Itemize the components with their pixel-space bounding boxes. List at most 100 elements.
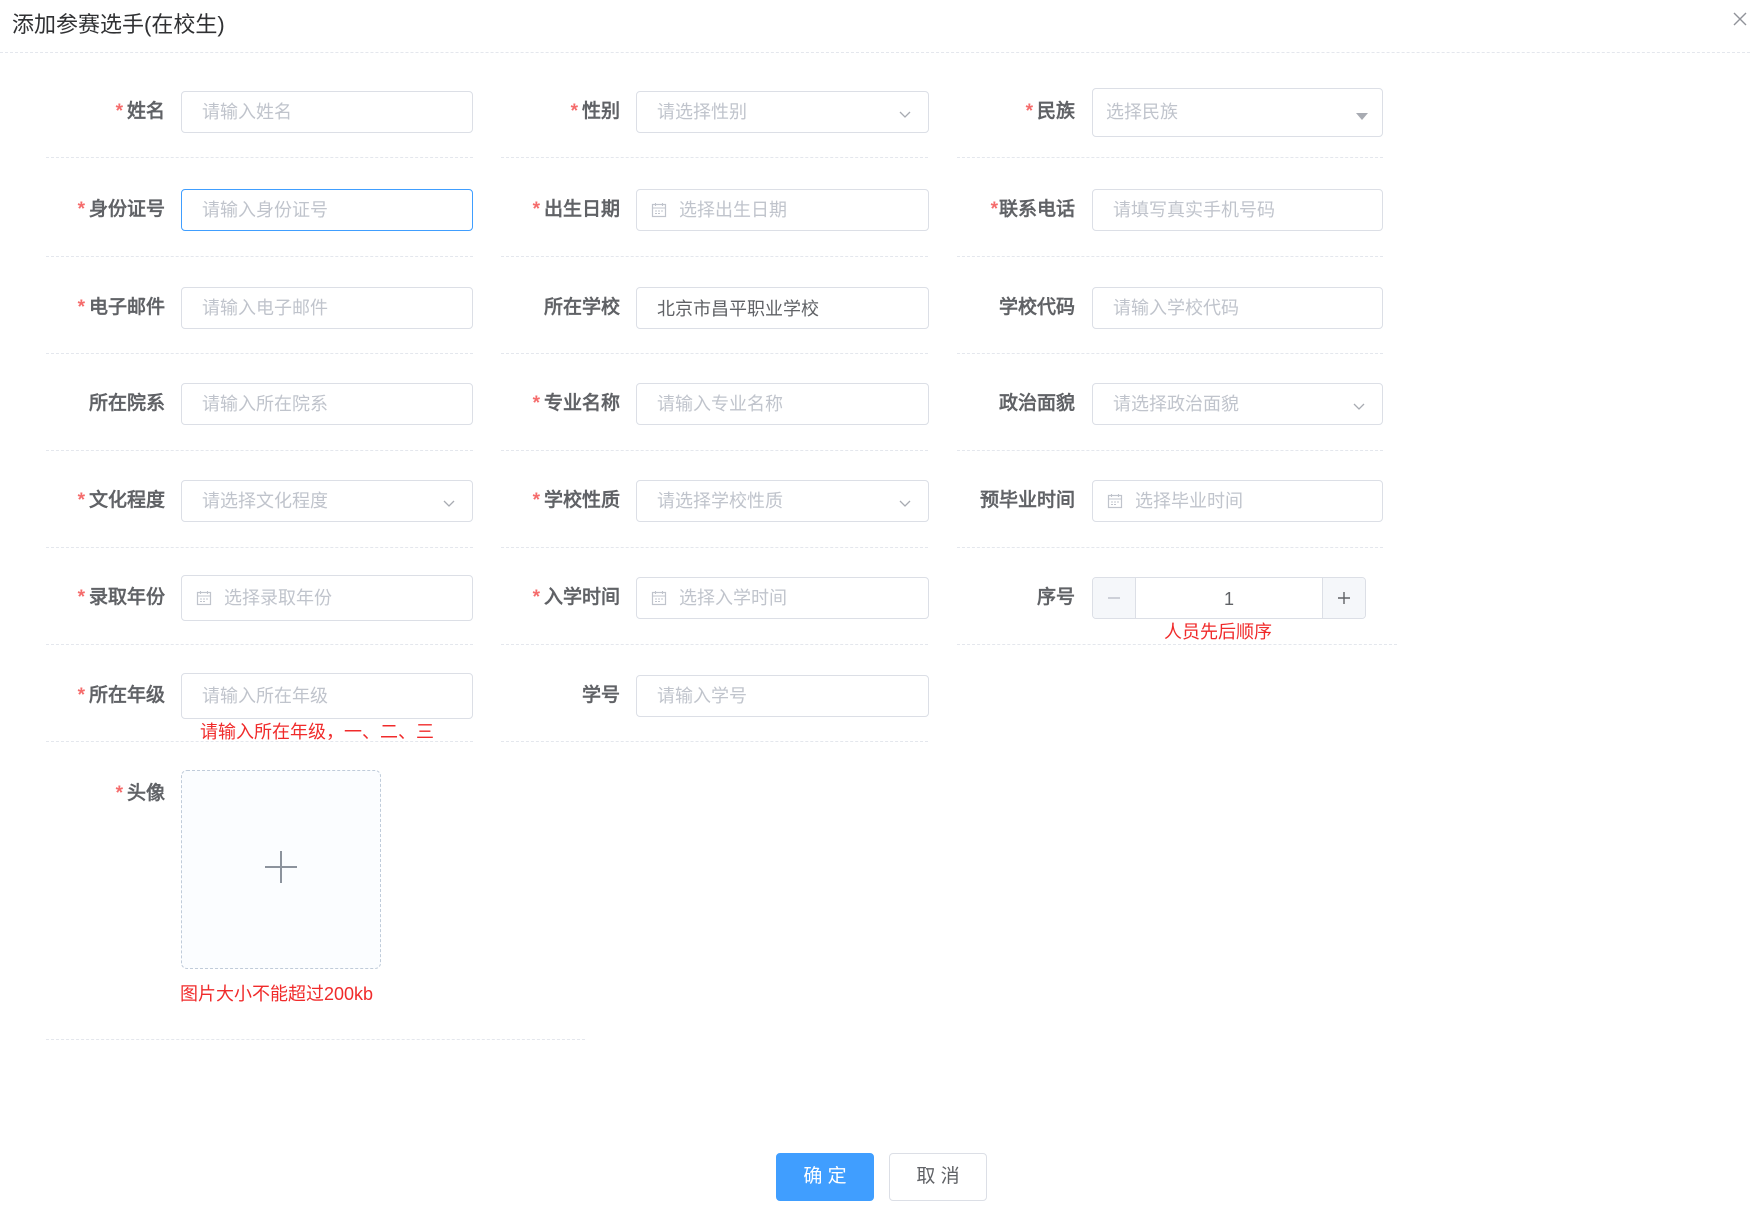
row-divider xyxy=(957,644,1397,645)
required-mark: * xyxy=(990,199,998,220)
political-status-select-placeholder: 请选择政治面貌 xyxy=(1113,394,1239,414)
id-number-field[interactable] xyxy=(181,189,473,231)
email-label-text: 电子邮件 xyxy=(88,297,165,318)
cancel-button[interactable]: 取 消 xyxy=(889,1153,987,1201)
school-type-select-placeholder: 请选择学校性质 xyxy=(657,491,783,511)
major-field[interactable] xyxy=(636,383,929,425)
required-mark: * xyxy=(77,199,85,220)
school-code-field[interactable] xyxy=(1092,287,1383,329)
grade-hint: 请输入所在年级，一、二、三 xyxy=(200,722,434,742)
school-input[interactable] xyxy=(637,288,928,328)
admission-year-label-text: 录取年份 xyxy=(88,587,165,608)
gender-label-text: 性别 xyxy=(581,101,620,122)
row-divider xyxy=(46,256,473,257)
required-mark: * xyxy=(115,101,123,122)
required-mark: * xyxy=(77,685,85,706)
admission-year-picker[interactable] xyxy=(181,575,473,621)
close-icon[interactable] xyxy=(1732,11,1748,27)
phone-field[interactable] xyxy=(1092,189,1383,231)
name-input[interactable] xyxy=(182,92,472,132)
required-mark: * xyxy=(1025,101,1033,122)
name-label-text: 姓名 xyxy=(126,101,165,122)
school-code-input[interactable] xyxy=(1093,288,1382,328)
school-type-label-text: 学校性质 xyxy=(543,490,620,511)
required-mark: * xyxy=(77,587,85,608)
avatar-label-text: 头像 xyxy=(126,783,165,804)
education-label-text: 文化程度 xyxy=(88,490,165,511)
graduation-time-input[interactable] xyxy=(1093,481,1382,521)
email-input[interactable] xyxy=(182,288,472,328)
row-divider xyxy=(957,256,1383,257)
political-status-label-text: 政治面貌 xyxy=(998,393,1075,414)
row-divider xyxy=(501,644,928,645)
education-select[interactable]: 请选择文化程度 xyxy=(181,480,473,522)
calendar-icon xyxy=(1107,493,1123,509)
gender-select-placeholder: 请选择性别 xyxy=(657,102,747,122)
ethnicity-select[interactable]: 选择民族 xyxy=(1092,88,1383,137)
confirm-button[interactable]: 确 定 xyxy=(776,1153,874,1201)
sequence-input[interactable] xyxy=(1136,578,1322,618)
required-mark: * xyxy=(532,490,540,511)
student-id-field[interactable] xyxy=(636,675,929,717)
row-divider xyxy=(501,547,928,548)
graduation-time-label-text: 预毕业时间 xyxy=(979,490,1075,511)
political-status-select[interactable]: 请选择政治面貌 xyxy=(1092,383,1383,425)
minus-icon[interactable] xyxy=(1093,578,1136,618)
row-divider xyxy=(957,353,1383,354)
calendar-icon xyxy=(651,590,667,606)
row-divider xyxy=(46,450,473,451)
ethnicity-label: * 民族 xyxy=(915,91,1075,133)
gender-select[interactable]: 请选择性别 xyxy=(636,91,929,133)
birth-date-picker[interactable] xyxy=(636,189,929,231)
enrollment-time-picker[interactable] xyxy=(636,577,929,619)
graduation-time-picker[interactable] xyxy=(1092,480,1383,522)
phone-input[interactable] xyxy=(1093,190,1382,230)
birth-date-input[interactable] xyxy=(637,190,928,230)
school-type-select[interactable]: 请选择学校性质 xyxy=(636,480,929,522)
major-input[interactable] xyxy=(637,384,928,424)
department-label-text: 所在院系 xyxy=(88,393,165,414)
row-divider xyxy=(46,644,473,645)
required-mark: * xyxy=(532,393,540,414)
name-field[interactable] xyxy=(181,91,473,133)
gender-label: * 性别 xyxy=(460,91,620,133)
required-mark: * xyxy=(570,101,578,122)
chevron-down-icon xyxy=(1352,399,1366,413)
plus-icon[interactable] xyxy=(1322,578,1365,618)
school-field[interactable] xyxy=(636,287,929,329)
grade-field[interactable] xyxy=(181,673,473,719)
sequence-stepper[interactable] xyxy=(1092,577,1366,619)
chevron-down-icon xyxy=(898,496,912,510)
avatar-upload[interactable] xyxy=(181,770,381,969)
sequence-label-text: 序号 xyxy=(1036,587,1075,608)
header-divider xyxy=(0,52,1750,53)
row-divider xyxy=(501,450,928,451)
required-mark: * xyxy=(115,783,123,804)
department-label: 所在院系 xyxy=(5,383,165,425)
department-field[interactable] xyxy=(181,383,473,425)
required-mark: * xyxy=(77,297,85,318)
department-input[interactable] xyxy=(182,384,472,424)
enrollment-time-label-text: 入学时间 xyxy=(543,587,620,608)
school-code-label-text: 学校代码 xyxy=(998,297,1075,318)
row-divider xyxy=(46,547,473,548)
row-divider xyxy=(501,256,928,257)
school-code-label: 学校代码 xyxy=(915,287,1075,329)
required-mark: * xyxy=(77,490,85,511)
birth-date-label: * 出生日期 xyxy=(460,189,620,231)
row-divider xyxy=(46,741,473,742)
enrollment-time-label: * 入学时间 xyxy=(460,577,620,619)
id-number-input[interactable] xyxy=(182,190,472,230)
id-number-label: * 身份证号 xyxy=(5,189,165,231)
student-id-input[interactable] xyxy=(637,676,928,716)
phone-label-text: 联系电话 xyxy=(998,199,1075,220)
enrollment-time-input[interactable] xyxy=(637,578,928,618)
row-divider xyxy=(501,353,928,354)
email-field[interactable] xyxy=(181,287,473,329)
ethnicity-select-placeholder: 选择民族 xyxy=(1106,102,1178,122)
admission-year-input[interactable] xyxy=(182,576,472,620)
plus-icon xyxy=(263,849,299,890)
student-id-label: 学号 xyxy=(460,675,620,717)
admission-year-label: * 录取年份 xyxy=(5,577,165,619)
grade-input[interactable] xyxy=(182,674,472,718)
